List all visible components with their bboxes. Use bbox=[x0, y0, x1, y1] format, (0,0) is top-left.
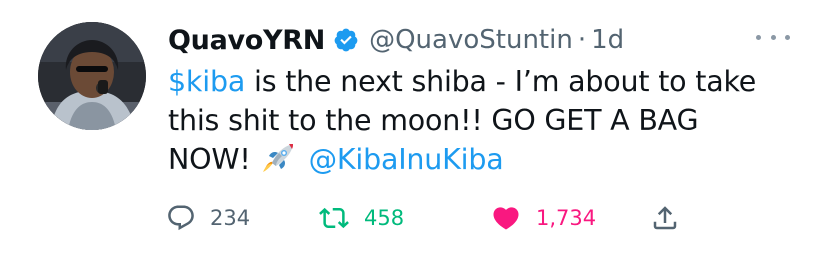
share-button[interactable] bbox=[650, 200, 680, 236]
reply-button[interactable]: 234 bbox=[166, 200, 250, 236]
mention-link[interactable]: @KibaInuKiba bbox=[309, 143, 504, 176]
display-name[interactable]: QuavoYRN bbox=[168, 25, 325, 56]
more-options-icon[interactable] bbox=[756, 30, 790, 44]
tweet-line-1: $kiba is the next shiba - I’m about to t… bbox=[168, 62, 788, 101]
heart-icon bbox=[493, 207, 519, 230]
verified-badge-icon bbox=[333, 27, 359, 53]
avatar[interactable] bbox=[38, 22, 146, 130]
user-handle[interactable]: @QuavoStuntin bbox=[369, 25, 573, 55]
reply-icon bbox=[168, 205, 194, 231]
tweet-header: QuavoYRN @QuavoStuntin · 1d bbox=[168, 18, 624, 62]
like-button[interactable]: 1,734 bbox=[490, 200, 596, 236]
tweet-body: $kiba is the next shiba - I’m about to t… bbox=[168, 62, 788, 179]
retweet-button[interactable]: 458 bbox=[318, 200, 404, 236]
tweet-text-segment: is the next shiba - I’m about to take bbox=[245, 65, 757, 98]
cashtag-link[interactable]: $kiba bbox=[168, 65, 245, 98]
tweet-timestamp[interactable]: 1d bbox=[591, 25, 624, 55]
tweet-card[interactable]: QuavoYRN @QuavoStuntin · 1d $kiba is the… bbox=[0, 0, 828, 256]
retweet-count: 458 bbox=[364, 206, 405, 230]
reply-count: 234 bbox=[210, 206, 251, 230]
share-icon bbox=[653, 206, 677, 230]
tweet-actions: 234 458 1,734 bbox=[166, 200, 706, 236]
tweet-line-2: this shit to the moon!! GO GET A BAG bbox=[168, 104, 699, 137]
like-count: 1,734 bbox=[536, 206, 597, 230]
retweet-icon bbox=[319, 207, 349, 229]
tweet-line-3: NOW! @KibaInuKiba bbox=[168, 140, 788, 179]
rocket-emoji-icon bbox=[259, 141, 297, 175]
avatar-image bbox=[38, 22, 146, 130]
tweet-text-segment: NOW! bbox=[168, 143, 251, 176]
header-separator: · bbox=[577, 25, 587, 55]
